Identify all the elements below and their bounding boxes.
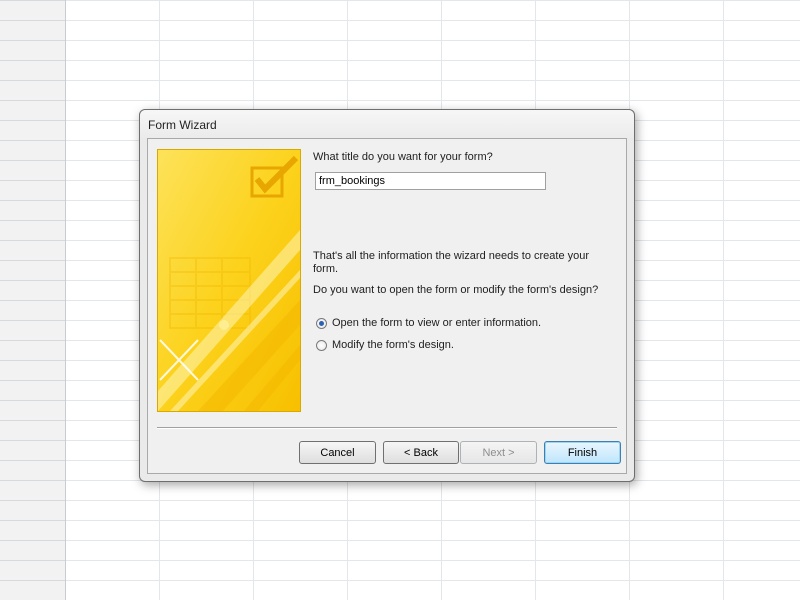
next-button[interactable]: Next > — [460, 441, 537, 464]
cancel-button[interactable]: Cancel — [299, 441, 376, 464]
info-text: That's all the information the wizard ne… — [313, 250, 590, 275]
form-title-input[interactable] — [315, 172, 546, 190]
row-header-column — [0, 0, 66, 600]
option-open-form-label: Open the form to view or enter informati… — [332, 317, 542, 329]
radio-modify-design[interactable] — [316, 339, 327, 351]
option-modify-design[interactable]: Modify the form's design. — [316, 337, 454, 353]
option-open-form[interactable]: Open the form to view or enter informati… — [316, 315, 541, 331]
checkmark-form-illustration-icon — [158, 150, 300, 411]
back-button[interactable]: < Back — [383, 441, 459, 464]
wizard-illustration — [157, 149, 301, 412]
form-wizard-dialog: Form Wizard What title do you want for y… — [139, 109, 635, 482]
dialog-titlebar[interactable]: Form Wizard — [140, 110, 634, 138]
dialog-client-area: What title do you want for your form? Th… — [147, 138, 627, 474]
finish-button[interactable]: Finish — [544, 441, 621, 464]
option-modify-design-label: Modify the form's design. — [332, 339, 454, 351]
radio-open-form[interactable] — [316, 317, 327, 329]
dialog-title: Form Wizard — [148, 118, 217, 132]
title-question-label: What title do you want for your form? — [313, 151, 493, 163]
open-or-modify-prompt: Do you want to open the form or modify t… — [313, 284, 599, 296]
button-separator — [157, 427, 617, 429]
